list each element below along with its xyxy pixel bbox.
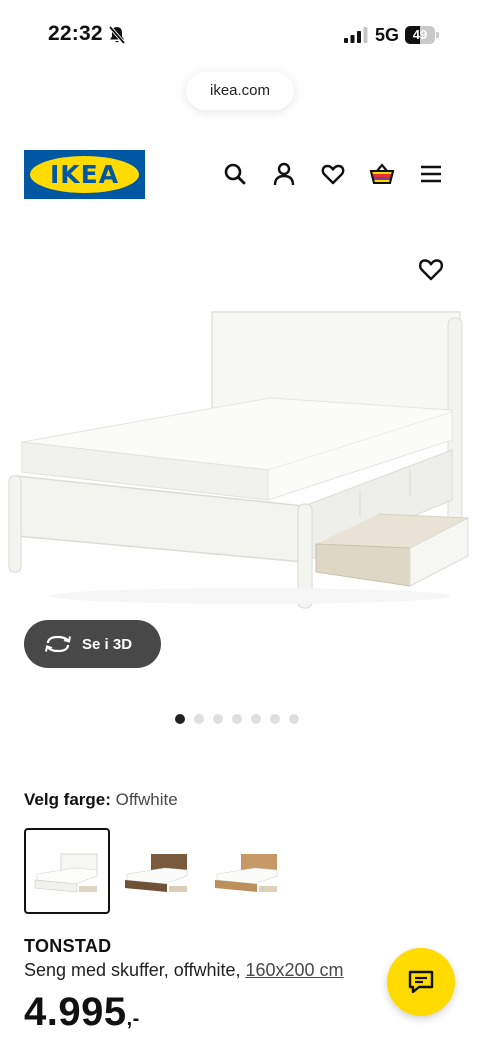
product-price: 4.995,- — [24, 990, 140, 1035]
selected-color: Offwhite — [115, 790, 178, 809]
gallery-dot[interactable] — [251, 714, 261, 724]
wishlist-button[interactable] — [319, 160, 347, 188]
color-swatch-offwhite[interactable] — [24, 828, 110, 914]
user-icon — [273, 162, 295, 186]
bell-slash-icon — [108, 25, 126, 45]
gallery-pagination[interactable] — [175, 714, 299, 724]
signal-icon — [344, 27, 368, 43]
menu-icon — [421, 165, 441, 183]
gallery-dot[interactable] — [194, 714, 204, 724]
chat-button[interactable] — [387, 948, 455, 1016]
price-suffix: ,- — [126, 1008, 140, 1030]
color-selector-label: Velg farge: Offwhite — [24, 790, 178, 810]
site-header: IKEA — [0, 140, 480, 210]
color-label-prefix: Velg farge: — [24, 790, 111, 809]
product-description: Seng med skuffer, offwhite, 160x200 cm — [24, 960, 344, 981]
battery-percent: 49 — [412, 27, 428, 42]
view-in-3d-label: Se i 3D — [82, 635, 133, 653]
rotate-3d-icon — [45, 635, 71, 653]
ikea-logo[interactable]: IKEA — [24, 150, 145, 199]
color-swatch-oak[interactable] — [204, 828, 290, 914]
search-button[interactable] — [221, 160, 249, 188]
product-description-text: Seng med skuffer, offwhite, — [24, 960, 246, 980]
logo-text: IKEA — [49, 160, 120, 189]
color-swatch-brown[interactable] — [114, 828, 200, 914]
status-time: 22:32 — [48, 22, 103, 45]
bed-product-image — [8, 311, 469, 609]
gallery-dot[interactable] — [232, 714, 242, 724]
view-in-3d-button[interactable]: Se i 3D — [24, 620, 161, 668]
battery-icon: 49 — [405, 26, 439, 44]
bed-thumbnail — [34, 853, 98, 893]
product-name: TONSTAD — [24, 936, 112, 956]
search-icon — [224, 163, 246, 185]
basket-icon — [369, 163, 395, 184]
menu-button[interactable] — [417, 160, 445, 188]
gallery-dot[interactable] — [289, 714, 299, 724]
gallery-dot[interactable] — [175, 714, 185, 724]
url-text: ikea.com — [209, 82, 271, 99]
account-button[interactable] — [270, 160, 298, 188]
chat-icon — [408, 970, 434, 994]
heart-icon — [321, 164, 345, 185]
bed-thumbnail — [125, 854, 188, 892]
add-to-favourites-heart-icon[interactable] — [417, 256, 445, 282]
bed-thumbnail — [215, 854, 278, 892]
gallery-dot[interactable] — [213, 714, 223, 724]
basket-button[interactable] — [368, 160, 396, 188]
product-size-link[interactable]: 160x200 cm — [245, 960, 343, 980]
status-bar: 22:32 5G 49 — [0, 0, 480, 70]
gallery-dot[interactable] — [270, 714, 280, 724]
network-label: 5G — [375, 25, 400, 45]
url-bar[interactable]: ikea.com — [186, 72, 294, 110]
price-value: 4.995 — [24, 990, 127, 1034]
